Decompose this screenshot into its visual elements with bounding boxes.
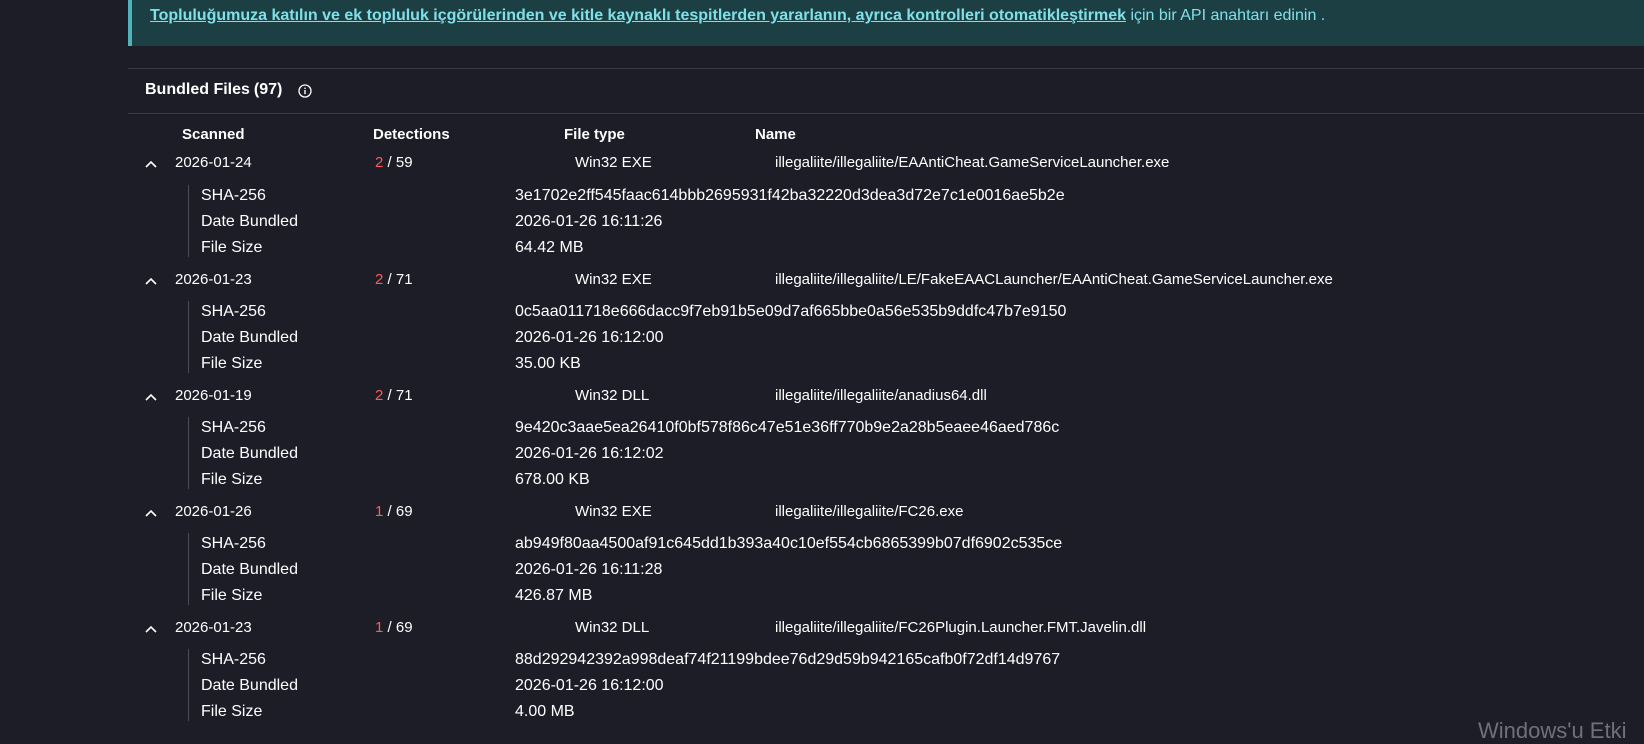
sha256-value: 0c5aa011718e666dacc9f7eb91b5e09d7af665bb…	[515, 303, 1067, 320]
file-name[interactable]: illegaliite/illegaliite/LE/FakeEAACLaunc…	[775, 271, 1333, 288]
file-row[interactable]: 2026-01-23 2 / 71 Win32 EXE illegaliite/…	[128, 269, 1644, 295]
column-header-name[interactable]: Name	[755, 126, 796, 143]
column-header-scanned[interactable]: Scanned	[182, 126, 245, 143]
windows-activation-watermark: Windows'u Etki	[1478, 718, 1627, 743]
detail-guide-line	[188, 649, 189, 721]
file-details: SHA-256 0c5aa011718e666dacc9f7eb91b5e09d…	[128, 297, 1644, 373]
header-divider	[128, 113, 1644, 114]
file-row[interactable]: 2026-01-23 1 / 69 Win32 DLL illegaliite/…	[128, 617, 1644, 643]
info-icon[interactable]	[298, 84, 312, 98]
file-size-label: File Size	[201, 703, 263, 720]
detection-total: / 69	[383, 503, 413, 520]
sha256-label: SHA-256	[201, 651, 266, 668]
sha256-label: SHA-256	[201, 535, 266, 552]
file-details: SHA-256 ab949f80aa4500af91c645dd1b393a40…	[128, 529, 1644, 605]
file-row[interactable]: 2026-01-19 2 / 71 Win32 DLL illegaliite/…	[128, 385, 1644, 411]
file-size-value: 426.87 MB	[515, 587, 593, 604]
chevron-up-icon[interactable]	[145, 625, 157, 633]
date-bundled-label: Date Bundled	[201, 213, 298, 230]
file-type: Win32 EXE	[575, 154, 652, 171]
detection-total: / 69	[383, 619, 413, 636]
detections: 2 / 71	[375, 387, 413, 404]
detection-total: / 71	[383, 271, 413, 288]
detection-total: / 59	[383, 154, 413, 171]
banner-link[interactable]: Topluluğumuza katılın ve ek topluluk içg…	[150, 7, 1126, 24]
section-title: Bundled Files (97)	[145, 81, 282, 99]
chevron-up-icon[interactable]	[145, 393, 157, 401]
date-bundled-value: 2026-01-26 16:11:26	[515, 213, 663, 230]
detail-guide-line	[188, 417, 189, 489]
sha256-label: SHA-256	[201, 419, 266, 436]
detail-guide-line	[188, 533, 189, 605]
chevron-up-icon[interactable]	[145, 509, 157, 517]
sha256-label: SHA-256	[201, 187, 266, 204]
sha256-label: SHA-256	[201, 303, 266, 320]
sha256-value: 3e1702e2ff545faac614bbb2695931f42ba32220…	[515, 187, 1065, 204]
column-header-detections[interactable]: Detections	[373, 126, 450, 143]
scanned-date: 2026-01-19	[175, 387, 252, 404]
date-bundled-value: 2026-01-26 16:12:00	[515, 329, 664, 346]
file-size-label: File Size	[201, 471, 263, 488]
date-bundled-value: 2026-01-26 16:12:00	[515, 677, 664, 694]
file-name[interactable]: illegaliite/illegaliite/FC26Plugin.Launc…	[775, 619, 1146, 636]
file-size-value: 678.00 KB	[515, 471, 590, 488]
section-divider	[128, 68, 1644, 69]
date-bundled-value: 2026-01-26 16:12:02	[515, 445, 664, 462]
file-name[interactable]: illegaliite/illegaliite/anadius64.dll	[775, 387, 987, 404]
file-size-label: File Size	[201, 239, 263, 256]
file-type: Win32 DLL	[575, 387, 650, 404]
scanned-date: 2026-01-23	[175, 619, 252, 636]
date-bundled-label: Date Bundled	[201, 677, 298, 694]
file-details: SHA-256 9e420c3aae5ea26410f0bf578f86c47e…	[128, 413, 1644, 489]
section-title-text: Bundled Files	[145, 81, 250, 98]
detections: 1 / 69	[375, 503, 413, 520]
detections: 2 / 71	[375, 271, 413, 288]
file-size-label: File Size	[201, 355, 263, 372]
file-type: Win32 EXE	[575, 503, 652, 520]
sha256-value: ab949f80aa4500af91c645dd1b393a40c10ef554…	[515, 535, 1063, 552]
banner-suffix: için bir API anahtarı edinin .	[1126, 7, 1326, 24]
file-name[interactable]: illegaliite/illegaliite/EAAntiCheat.Game…	[775, 154, 1169, 171]
file-name[interactable]: illegaliite/illegaliite/FC26.exe	[775, 503, 963, 520]
api-key-banner: Topluluğumuza katılın ve ek topluluk içg…	[128, 0, 1644, 46]
detections: 2 / 59	[375, 154, 413, 171]
date-bundled-value: 2026-01-26 16:11:28	[515, 561, 663, 578]
file-size-value: 4.00 MB	[515, 703, 575, 720]
file-size-value: 35.00 KB	[515, 355, 581, 372]
file-row[interactable]: 2026-01-26 1 / 69 Win32 EXE illegaliite/…	[128, 501, 1644, 527]
section-count: (97)	[253, 81, 283, 98]
chevron-up-icon[interactable]	[145, 277, 157, 285]
sha256-value: 9e420c3aae5ea26410f0bf578f86c47e51e36ff7…	[515, 419, 1060, 436]
date-bundled-label: Date Bundled	[201, 561, 298, 578]
file-size-value: 64.42 MB	[515, 239, 584, 256]
sha256-value: 88d292942392a998deaf74f21199bdee76d29d59…	[515, 651, 1061, 668]
detail-guide-line	[188, 301, 189, 373]
file-type: Win32 DLL	[575, 619, 650, 636]
chevron-up-icon[interactable]	[145, 160, 157, 168]
banner-text: Topluluğumuza katılın ve ek topluluk içg…	[150, 7, 1325, 25]
scanned-date: 2026-01-26	[175, 503, 252, 520]
page: Topluluğumuza katılın ve ek topluluk içg…	[128, 0, 1644, 739]
detections: 1 / 69	[375, 619, 413, 636]
date-bundled-label: Date Bundled	[201, 445, 298, 462]
file-type: Win32 EXE	[575, 271, 652, 288]
file-details: SHA-256 88d292942392a998deaf74f21199bdee…	[128, 645, 1644, 721]
scanned-date: 2026-01-24	[175, 154, 252, 171]
detail-guide-line	[188, 185, 189, 257]
scanned-date: 2026-01-23	[175, 271, 252, 288]
file-row[interactable]: 2026-01-24 2 / 59 Win32 EXE illegaliite/…	[128, 152, 1644, 178]
date-bundled-label: Date Bundled	[201, 329, 298, 346]
file-details: SHA-256 3e1702e2ff545faac614bbb2695931f4…	[128, 181, 1644, 257]
column-header-file-type[interactable]: File type	[564, 126, 625, 143]
detection-total: / 71	[383, 387, 413, 404]
file-size-label: File Size	[201, 587, 263, 604]
